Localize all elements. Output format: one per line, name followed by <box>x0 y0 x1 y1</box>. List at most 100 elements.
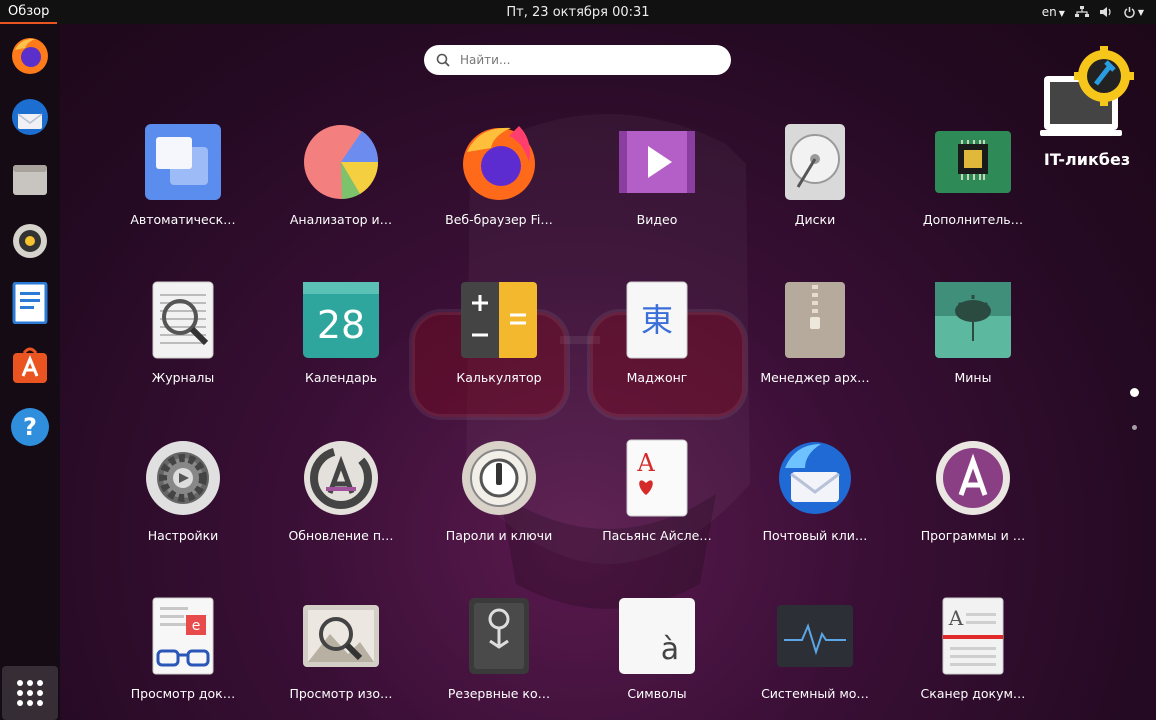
app-firefox[interactable]: Веб-браузер Fi… <box>439 122 559 252</box>
app-label: Анализатор и… <box>289 212 393 227</box>
app-label: Программы и … <box>920 528 1026 543</box>
app-thunderbird[interactable]: Почтовый кли… <box>755 438 875 568</box>
app-label: Журналы <box>151 370 215 385</box>
app-solitaire[interactable]: A Пасьянс Айсле… <box>597 438 717 568</box>
app-system-monitor[interactable]: Системный мо… <box>755 596 875 720</box>
automation-icon <box>145 124 221 200</box>
firefox-icon <box>463 126 535 200</box>
document-scanner-icon: A <box>942 597 1004 675</box>
search-icon <box>436 53 450 67</box>
rhythmbox-icon <box>13 224 47 258</box>
network-icon[interactable] <box>1074 6 1089 18</box>
characters-icon: à <box>619 598 695 674</box>
logs-magnifier-icon <box>152 281 214 359</box>
app-mahjong[interactable]: 東 Маджонг <box>597 280 717 410</box>
writer-icon <box>12 282 48 324</box>
app-calendar[interactable]: 28 Календарь <box>281 280 401 410</box>
app-passwords-keys[interactable]: Пароли и ключи <box>439 438 559 568</box>
app-label: Сканер докум… <box>920 686 1026 701</box>
app-label: Диски <box>794 212 836 227</box>
chevron-down-icon: ▼ <box>1058 9 1065 18</box>
dock-thunderbird[interactable] <box>7 94 53 140</box>
app-software-center[interactable]: Программы и … <box>913 438 1033 568</box>
system-monitor-icon <box>777 605 853 667</box>
disks-icon <box>785 124 845 200</box>
video-play-icon <box>619 131 695 193</box>
search-box[interactable] <box>424 45 731 75</box>
show-applications-button[interactable] <box>2 666 58 720</box>
top-bar: Обзор Пт, 23 октября 00:31 en ▼ ▼ <box>0 0 1156 24</box>
app-disks[interactable]: Диски <box>755 122 875 252</box>
clock[interactable]: Пт, 23 октября 00:31 <box>506 5 649 20</box>
show-apps-grid-icon <box>17 680 43 706</box>
app-label: Менеджер арх… <box>760 370 870 385</box>
app-calculator[interactable]: Калькулятор <box>439 280 559 410</box>
app-settings[interactable]: Настройки <box>123 438 243 568</box>
app-label: Обновление п… <box>288 528 394 543</box>
app-backups[interactable]: Резервные ко… <box>439 596 559 720</box>
svg-text:A: A <box>948 606 964 630</box>
language-indicator[interactable]: en ▼ <box>1042 5 1065 19</box>
watermark-text: IT-ликбез <box>1043 150 1131 169</box>
help-icon: ? <box>11 408 49 446</box>
svg-text:à: à <box>661 632 679 667</box>
software-center-icon <box>936 441 1010 515</box>
solitaire-card-icon: A <box>626 439 688 517</box>
app-label: Калькулятор <box>456 370 542 385</box>
app-label: Символы <box>627 686 687 701</box>
image-viewer-icon <box>303 605 379 667</box>
document-viewer-icon: e <box>152 597 214 675</box>
calendar-icon: 28 <box>303 282 379 358</box>
app-characters[interactable]: à Символы <box>597 596 717 720</box>
page-indicator-2[interactable] <box>1132 425 1137 430</box>
page-indicator-1[interactable] <box>1130 388 1139 397</box>
archive-manager-icon <box>785 282 845 358</box>
app-label: Просмотр изо… <box>289 686 393 701</box>
dock-rhythmbox[interactable] <box>7 218 53 264</box>
svg-text:28: 28 <box>317 303 365 347</box>
activities-button[interactable]: Обзор <box>0 0 58 24</box>
app-mines[interactable]: Мины <box>913 280 1033 410</box>
mines-icon <box>935 282 1011 358</box>
mahjong-icon: 東 <box>626 281 688 359</box>
app-label: Пароли и ключи <box>445 528 553 543</box>
app-automation[interactable]: Автоматическ… <box>123 122 243 252</box>
app-label: Видео <box>636 212 678 227</box>
app-label: Пасьянс Айсле… <box>602 528 712 543</box>
dock-files[interactable] <box>7 156 53 202</box>
language-label: en <box>1041 5 1057 19</box>
thunderbird-icon <box>779 442 851 514</box>
backup-safe-icon <box>469 598 529 674</box>
dock-writer[interactable] <box>7 280 53 326</box>
clock-area: Пт, 23 октября 00:31 <box>0 5 1156 20</box>
app-disk-usage[interactable]: Анализатор и… <box>281 122 401 252</box>
power-icon[interactable]: ▼ <box>1123 6 1144 19</box>
app-document-scanner[interactable]: A Сканер докум… <box>913 596 1033 720</box>
app-document-viewer[interactable]: e Просмотр док… <box>123 596 243 720</box>
chip-icon <box>935 131 1011 193</box>
svg-text:東: 東 <box>641 301 673 339</box>
dock-firefox[interactable] <box>7 32 53 78</box>
app-label: Автоматическ… <box>130 212 236 227</box>
passwords-keys-icon <box>462 441 536 515</box>
app-image-viewer[interactable]: Просмотр изо… <box>281 596 401 720</box>
app-label: Дополнитель… <box>922 212 1024 227</box>
app-archive-manager[interactable]: Менеджер арх… <box>755 280 875 410</box>
app-label: Календарь <box>305 370 377 385</box>
app-label: Мины <box>954 370 992 385</box>
app-video[interactable]: Видео <box>597 122 717 252</box>
app-additional-drivers[interactable]: Дополнитель… <box>913 122 1033 252</box>
dock-help[interactable]: ? <box>7 404 53 450</box>
system-tray[interactable]: en ▼ ▼ <box>1042 5 1156 19</box>
volume-icon[interactable] <box>1099 6 1113 18</box>
app-software-updater[interactable]: Обновление п… <box>281 438 401 568</box>
app-logs[interactable]: Журналы <box>123 280 243 410</box>
software-updater-icon <box>304 441 378 515</box>
chevron-down-icon: ▼ <box>1137 7 1144 17</box>
app-label: Просмотр док… <box>130 686 236 701</box>
search-input[interactable] <box>460 53 700 67</box>
dock-software[interactable] <box>7 342 53 388</box>
firefox-icon <box>12 38 48 74</box>
settings-gear-icon <box>146 441 220 515</box>
app-label: Системный мо… <box>761 686 869 701</box>
